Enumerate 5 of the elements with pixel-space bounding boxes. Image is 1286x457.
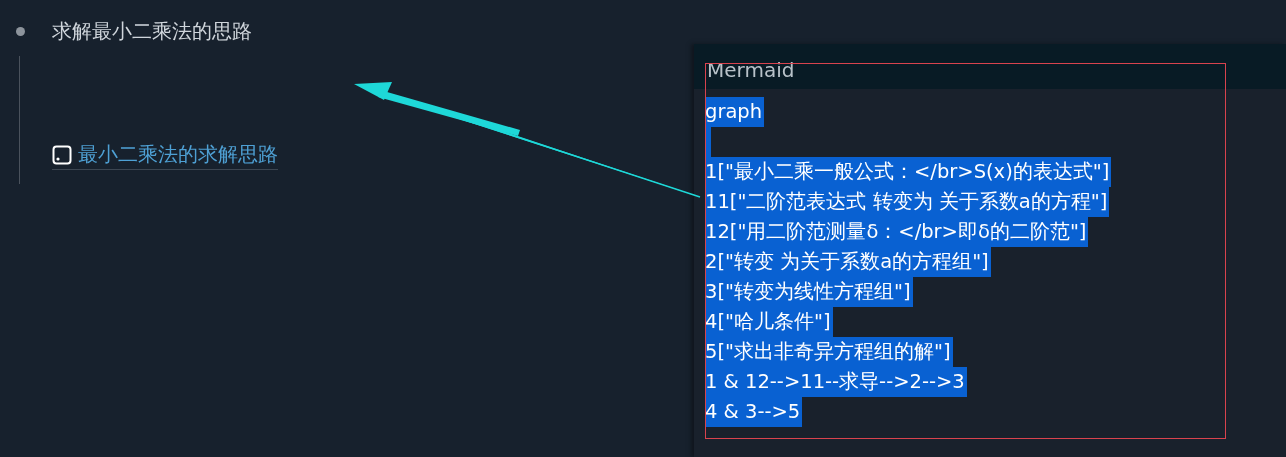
panel-title: Mermaid [707, 58, 795, 82]
outline-heading: 求解最小二乘法的思路 [52, 17, 252, 45]
note-icon [52, 144, 72, 165]
bullet-icon [16, 26, 25, 36]
page-link[interactable]: 最小二乘法的求解思路 [52, 141, 278, 170]
